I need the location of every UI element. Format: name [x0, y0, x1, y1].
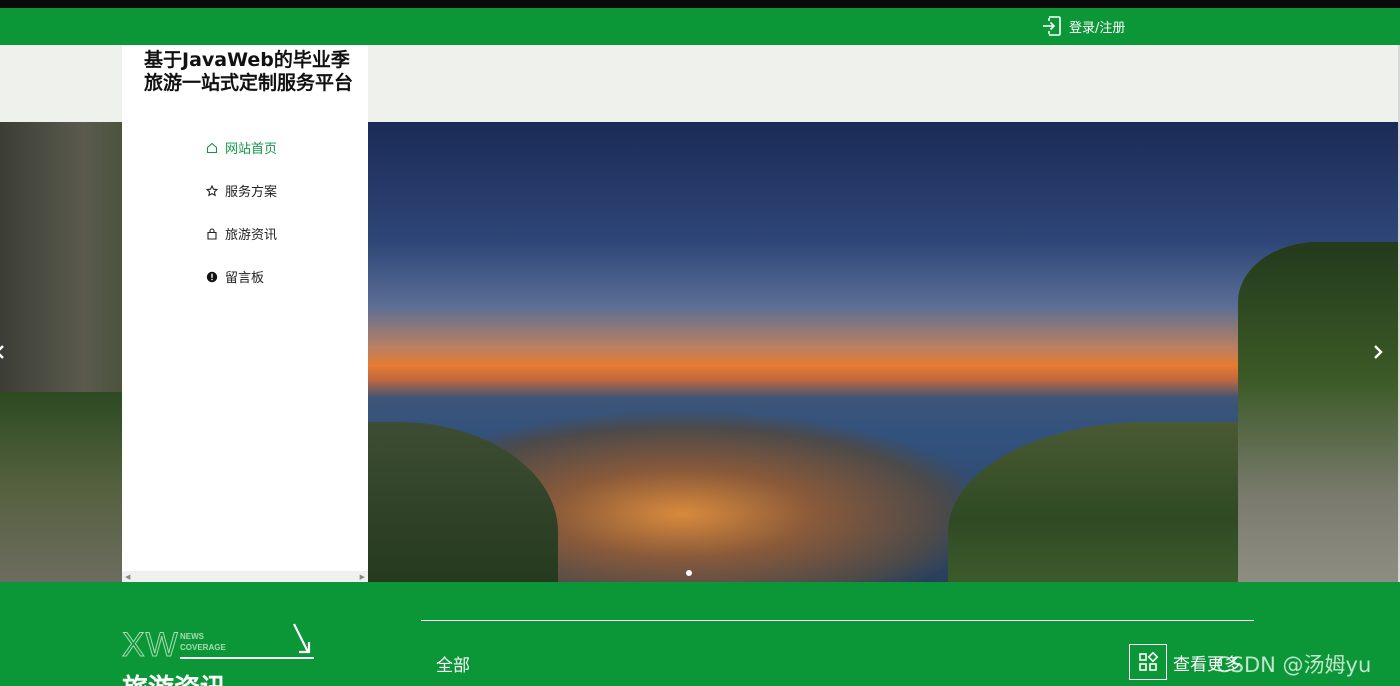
login-register-label: 登录/注册 — [1069, 20, 1126, 36]
view-more-icon-box — [1129, 644, 1167, 680]
news-section: XW NEWS COVERAGE 旅游资讯 全部 查看更多 CSDN @汤姆yu — [0, 582, 1400, 686]
browser-top-edge — [0, 0, 1400, 8]
site-title: 基于JavaWeb的毕业季旅游一站式定制服务平台 — [144, 49, 354, 94]
top-bar: 登录/注册 — [0, 8, 1400, 45]
page: 登录/注册 基于JavaWeb的毕业季旅游一站式定制服务平台 网站首页 服务方案… — [0, 0, 1400, 686]
banner-hill-right — [1238, 242, 1398, 582]
bag-icon — [207, 227, 217, 240]
star-icon — [206, 184, 218, 196]
section-divider — [421, 620, 1254, 621]
home-icon — [206, 142, 218, 153]
grid-icon — [1139, 652, 1158, 671]
login-register-link[interactable]: 登录/注册 — [1040, 12, 1125, 40]
nav-item-message-board[interactable]: 留言板 — [206, 255, 277, 298]
news-section-title: 旅游资讯 — [122, 668, 226, 686]
scroll-left-arrow-icon[interactable]: ◀ — [125, 573, 130, 581]
sidebar: 基于JavaWeb的毕业季旅游一站式定制服务平台 网站首页 服务方案 旅游资讯 … — [122, 45, 368, 582]
carousel-indicator-dot[interactable] — [686, 570, 692, 576]
nav-item-travel-news[interactable]: 旅游资讯 — [206, 212, 277, 255]
nav-item-label: 服务方案 — [225, 185, 278, 200]
carousel-next-arrow-icon[interactable] — [1370, 344, 1386, 360]
nav-item-label: 旅游资讯 — [225, 228, 278, 243]
news-tag-line1: NEWS — [180, 632, 204, 641]
scroll-right-arrow-icon[interactable]: ▶ — [360, 573, 365, 581]
news-section-abbr: XW — [122, 626, 179, 665]
nav-item-service-plans[interactable]: 服务方案 — [206, 169, 277, 212]
login-icon — [1043, 16, 1061, 36]
arrow-down-right-icon — [293, 623, 311, 654]
carousel-prev-arrow-icon[interactable] — [0, 344, 6, 360]
nav-item-home[interactable]: 网站首页 — [206, 126, 277, 169]
news-coverage-tag: NEWS COVERAGE — [180, 631, 226, 653]
nav-item-label: 留言板 — [225, 271, 265, 286]
banner-hill-right-lower — [948, 422, 1278, 582]
alert-circle-icon — [206, 271, 218, 282]
main-nav: 网站首页 服务方案 旅游资讯 留言板 — [206, 126, 277, 298]
sidebar-horizontal-scrollbar[interactable]: ◀ ▶ — [122, 571, 368, 582]
news-tab-all[interactable]: 全部 — [436, 651, 470, 676]
csdn-watermark: CSDN @汤姆yu — [1216, 653, 1372, 677]
news-tag-line2: COVERAGE — [180, 643, 226, 652]
nav-item-label: 网站首页 — [225, 142, 278, 157]
